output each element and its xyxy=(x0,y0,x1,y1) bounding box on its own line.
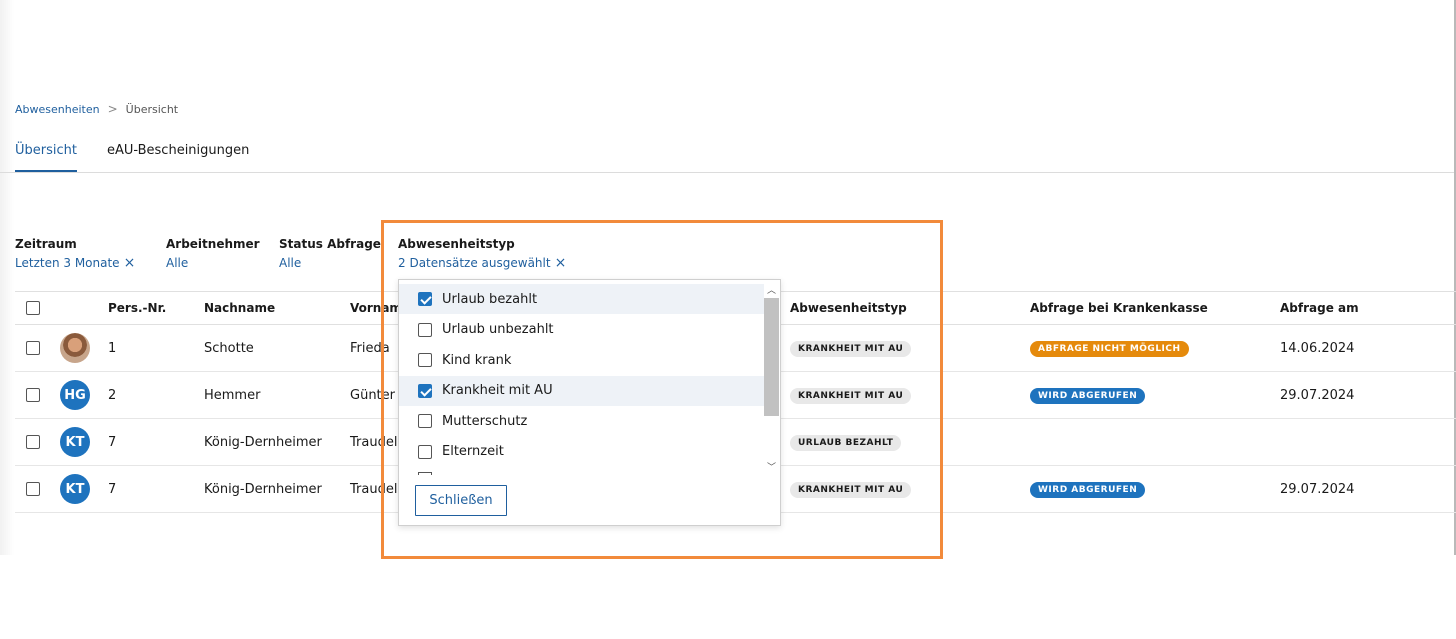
page-edge-shadow xyxy=(0,0,14,555)
option-checkbox[interactable] xyxy=(418,322,432,337)
avatar-cell xyxy=(60,324,108,372)
chevron-right-icon: > xyxy=(107,102,118,116)
abfrage-am-cell: 29.07.2024 xyxy=(1280,371,1456,419)
status-badge: WIRD ABGERUFEN xyxy=(1030,387,1146,404)
header-abfrage-am[interactable]: Abfrage am xyxy=(1280,291,1456,325)
option-checkbox[interactable] xyxy=(418,414,432,428)
option-checkbox[interactable] xyxy=(418,444,432,459)
abfrage-am-cell xyxy=(1280,418,1456,466)
nachname-cell: König-Dernheimer xyxy=(204,418,350,466)
dropdown-option[interactable]: Krankheit mit AU xyxy=(399,375,764,406)
filter-zeitraum[interactable]: Zeitraum Letzten 3 Monate × xyxy=(15,237,135,270)
dropdown-option[interactable]: Urlaub bezahlt xyxy=(399,284,764,314)
pers-nr-cell: 1 xyxy=(108,324,204,372)
nachname-cell: Hemmer xyxy=(204,371,350,419)
option-label: Mutterschutz xyxy=(442,413,528,429)
avatar: HG xyxy=(60,380,90,410)
option-label: Elternzeit xyxy=(442,444,504,459)
header-nachname[interactable]: Nachname xyxy=(204,291,350,325)
abfrage-am-cell: 29.07.2024 xyxy=(1280,465,1456,513)
breadcrumb: Abwesenheiten > Übersicht xyxy=(15,102,178,116)
pers-nr-cell: 2 xyxy=(108,371,204,419)
filter-status-abfrage[interactable]: Status Abfrage Alle xyxy=(279,237,381,270)
chevron-down-icon[interactable]: ﹀ xyxy=(763,458,780,475)
filter-value[interactable]: Letzten 3 Monate × xyxy=(15,256,135,270)
nachname-cell: König-Dernheimer xyxy=(204,465,350,513)
tab-bar: Übersicht eAU-Bescheinigungen xyxy=(15,143,249,172)
avatar-cell: KT xyxy=(60,418,108,466)
chevron-up-icon[interactable]: ︿ xyxy=(763,281,780,298)
filter-value[interactable]: Alle xyxy=(279,256,381,270)
dropdown-scrollbar[interactable]: ︿ ﹀ xyxy=(763,280,780,475)
tab-eau-bescheinigungen[interactable]: eAU-Bescheinigungen xyxy=(107,143,249,172)
header-pers-nr[interactable]: Pers.-Nr. xyxy=(108,291,204,325)
avatar xyxy=(60,333,90,363)
select-all-cell xyxy=(15,291,60,325)
option-label: Krankheit mit AU xyxy=(442,383,553,398)
header-abfrage-krankenkasse[interactable]: Abfrage bei Krankenkasse xyxy=(1030,291,1280,325)
row-checkbox[interactable] xyxy=(26,435,40,449)
tab-uebersicht[interactable]: Übersicht xyxy=(15,143,77,172)
checkmark-icon[interactable] xyxy=(418,383,432,398)
breadcrumb-link-abwesenheiten[interactable]: Abwesenheiten xyxy=(15,103,100,116)
avatar-cell: KT xyxy=(60,465,108,513)
option-label: Kind krank xyxy=(442,352,512,368)
row-checkbox[interactable] xyxy=(26,482,40,496)
row-checkbox[interactable] xyxy=(26,341,40,355)
dropdown-option[interactable]: Mutterschutz xyxy=(399,406,764,436)
close-icon[interactable]: × xyxy=(124,256,136,270)
row-select-cell xyxy=(15,371,60,419)
dropdown-option[interactable]: Kind krank xyxy=(399,345,764,375)
filter-label: Status Abfrage xyxy=(279,237,381,251)
partial-option-checkbox xyxy=(418,472,432,475)
breadcrumb-current: Übersicht xyxy=(125,102,179,116)
pers-nr-cell: 7 xyxy=(108,465,204,513)
close-button[interactable]: Schließen xyxy=(415,485,507,516)
option-checkbox[interactable] xyxy=(418,353,432,367)
avatar-cell: HG xyxy=(60,371,108,419)
checkmark-icon[interactable] xyxy=(418,292,432,306)
filter-label: Zeitraum xyxy=(15,237,77,251)
filter-label: Arbeitnehmer xyxy=(166,237,260,251)
nachname-cell: Schotte xyxy=(204,324,350,372)
status-badge: ABFRAGE NICHT MÖGLICH xyxy=(1030,340,1189,357)
dropdown-option[interactable]: Urlaub unbezahlt xyxy=(399,315,764,345)
filter-value-text: Letzten 3 Monate xyxy=(15,256,120,270)
row-select-cell xyxy=(15,465,60,513)
abwesenheitstyp-dropdown: Urlaub bezahlt Urlaub unbezahlt Kind krank… xyxy=(398,279,781,526)
row-select-cell xyxy=(15,324,60,372)
tab-divider xyxy=(0,172,1454,173)
abfrage-cell: ABFRAGE NICHT MÖGLICH xyxy=(1030,324,1280,372)
scrollbar-thumb[interactable] xyxy=(764,298,779,416)
option-label: Urlaub unbezahlt xyxy=(442,322,554,337)
row-checkbox[interactable] xyxy=(26,388,40,402)
abfrage-am-cell: 14.06.2024 xyxy=(1280,324,1456,372)
dropdown-option[interactable]: Elternzeit xyxy=(399,437,764,467)
abfrage-cell: WIRD ABGERUFEN xyxy=(1030,371,1280,419)
filter-arbeitnehmer[interactable]: Arbeitnehmer Alle xyxy=(166,237,260,270)
abfrage-cell xyxy=(1030,418,1280,466)
filter-value[interactable]: Alle xyxy=(166,256,260,270)
avatar: KT xyxy=(60,427,90,457)
avatar-header xyxy=(60,291,108,325)
abfrage-cell: WIRD ABGERUFEN xyxy=(1030,465,1280,513)
avatar: KT xyxy=(60,474,90,504)
option-label: Urlaub bezahlt xyxy=(442,291,538,307)
status-badge: WIRD ABGERUFEN xyxy=(1030,481,1146,498)
pers-nr-cell: 7 xyxy=(108,418,204,466)
row-select-cell xyxy=(15,418,60,466)
select-all-checkbox[interactable] xyxy=(26,301,40,316)
